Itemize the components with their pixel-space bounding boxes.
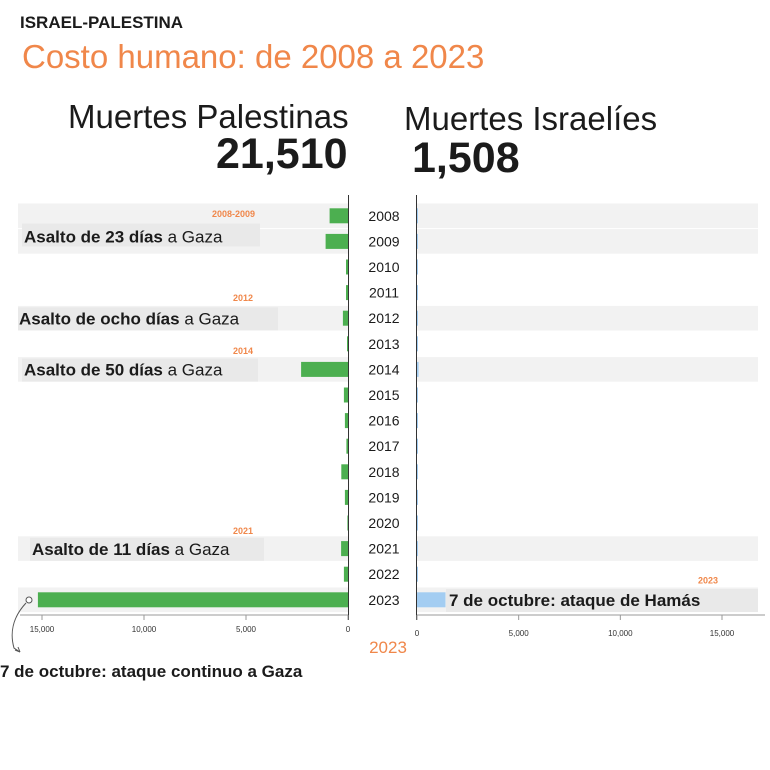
annotation-text-regular: a Gaza — [163, 228, 223, 247]
year-label: 2008 — [368, 208, 399, 224]
year-label: 2016 — [368, 413, 399, 429]
annotation-text-regular: a Gaza — [180, 309, 240, 328]
israeli-deaths-bar — [417, 566, 418, 582]
annotation-text-bold: Asalto de 11 días — [32, 540, 170, 559]
annotation-year-tag: 2023 — [698, 575, 718, 585]
year-label: 2023 — [368, 592, 399, 608]
israeli-deaths-bar — [417, 310, 418, 326]
year-label: 2010 — [368, 259, 399, 275]
palestinian-deaths-bar — [341, 464, 348, 480]
palestinian-deaths-bar — [346, 438, 348, 454]
year-label: 2022 — [368, 566, 399, 582]
footer-note: 7 de octubre: ataque continuo a Gaza — [0, 662, 303, 681]
leader-dot — [25, 596, 33, 604]
palestinian-deaths-bar — [301, 361, 348, 377]
annotation-text: Asalto de 50 días a Gaza — [24, 361, 223, 380]
annotation-year-tag: 2014 — [233, 346, 253, 356]
year-label: 2018 — [368, 464, 399, 480]
israeli-deaths-bar — [417, 592, 446, 608]
right-axis-tick-label: 5,000 — [509, 629, 530, 638]
israeli-deaths-bar — [417, 515, 418, 531]
palestinian-deaths-bar — [343, 566, 348, 582]
israeli-deaths-bar — [417, 387, 418, 403]
israeli-deaths-bar — [417, 208, 418, 224]
year-label: 2009 — [368, 233, 399, 249]
palestinian-deaths-bar — [37, 592, 349, 608]
israeli-deaths-bar — [417, 438, 418, 454]
annotation-text: Asalto de 11 días a Gaza — [32, 540, 230, 559]
israeli-deaths-bar — [417, 413, 418, 429]
right-axis-tick-label: 0 — [415, 629, 420, 638]
palestinian-deaths-bar — [347, 336, 348, 352]
annotation-text: Asalto de ocho días a Gaza — [19, 309, 240, 328]
israeli-deaths-bar — [417, 336, 418, 352]
palestinian-deaths-bar — [329, 208, 348, 224]
palestinian-deaths-bar — [325, 233, 348, 249]
palestinian-deaths-bar — [342, 310, 348, 326]
annotation-text-regular: a Gaza — [163, 361, 223, 380]
left-axis-tick-label: 15,000 — [30, 625, 55, 634]
palestinian-deaths-bar — [344, 489, 348, 505]
year-label: 2019 — [368, 489, 399, 505]
year-label: 2021 — [368, 541, 399, 557]
annotation-year-tag: 2008-2009 — [212, 209, 255, 219]
israeli-deaths-bar — [417, 489, 418, 505]
year-label: 2020 — [368, 515, 399, 531]
right-axis-tick-label: 15,000 — [710, 629, 735, 638]
annotation-text: 7 de octubre: ataque de Hamás — [449, 591, 700, 610]
footer-year: 2023 — [369, 638, 407, 657]
year-label: 2015 — [368, 387, 399, 403]
palestinian-deaths-bar — [347, 515, 348, 531]
annotation-year-tag: 2021 — [233, 526, 253, 536]
annotation-text: Asalto de 23 días a Gaza — [24, 228, 223, 247]
palestinian-deaths-bar — [343, 387, 348, 403]
year-label: 2012 — [368, 310, 399, 326]
israeli-deaths-bar — [417, 541, 418, 557]
israeli-deaths-bar — [417, 285, 418, 301]
year-label: 2011 — [369, 285, 399, 301]
palestinian-deaths-bar — [346, 259, 348, 275]
right-axis-tick-label: 10,000 — [608, 629, 633, 638]
annotation-text-regular: a Gaza — [170, 540, 230, 559]
annotation-text-bold: Asalto de 50 días — [24, 361, 163, 380]
israeli-deaths-bar — [417, 464, 418, 480]
year-label: 2013 — [368, 336, 399, 352]
palestinian-deaths-bar — [341, 541, 348, 557]
left-axis-tick-label: 0 — [346, 625, 351, 634]
annotation-text-bold: Asalto de ocho días — [19, 309, 180, 328]
israeli-deaths-bar — [417, 361, 419, 377]
israeli-deaths-bar — [417, 259, 418, 275]
year-label: 2017 — [368, 438, 399, 454]
annotation-text-bold: Asalto de 23 días — [24, 228, 163, 247]
annotation-text-bold: 7 de octubre: ataque de Hamás — [449, 591, 700, 610]
year-label: 2014 — [368, 361, 399, 377]
left-axis-tick-label: 5,000 — [236, 625, 257, 634]
palestinian-deaths-bar — [346, 285, 348, 301]
back-to-back-bar-chart: 2008 2009 2010 2011 2012 2013 2014 2015 2016 2017… — [0, 195, 765, 681]
israeli-deaths-bar — [417, 233, 418, 249]
palestinian-deaths-bar — [344, 413, 348, 429]
annotation-year-tag: 2012 — [233, 293, 253, 303]
left-axis-tick-label: 10,000 — [132, 625, 157, 634]
